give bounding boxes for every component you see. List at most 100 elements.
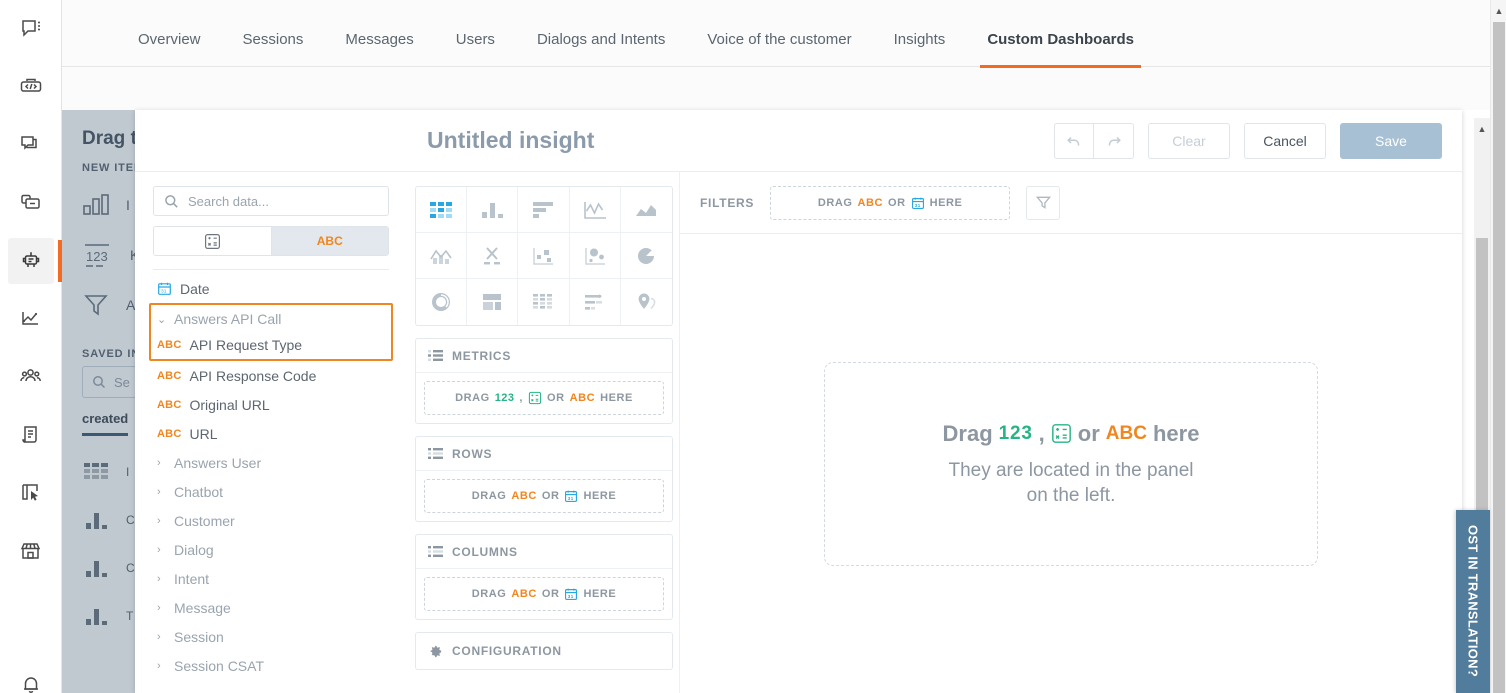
page-scroll-up-arrow[interactable]: ▲ (1491, 0, 1506, 22)
dropzone-headline: Drag 123 , or ABC here (943, 421, 1200, 447)
pie-chart-type[interactable] (621, 233, 672, 279)
tab-voice-of-customer[interactable]: Voice of the customer (686, 0, 872, 67)
canvas-area: Drag 123 , or ABC here They are located … (680, 234, 1462, 693)
dropzone-here-label: here (1153, 421, 1199, 447)
columns-shelf-title: COLUMNS (452, 545, 518, 559)
chats-icon[interactable] (8, 122, 54, 168)
pivot-chart-type[interactable] (518, 279, 569, 325)
chevron-right-icon: › (157, 457, 166, 469)
combo-chart-type[interactable] (416, 233, 467, 279)
metrics-dropzone[interactable]: DRAG 123 , OR ABC HERE (424, 381, 664, 415)
data-group-answers-api-call[interactable]: ⌄ Answers API Call (153, 306, 391, 332)
dropzone-comma: , (1039, 421, 1045, 447)
clear-button[interactable]: Clear (1148, 123, 1230, 159)
tab-insights[interactable]: Insights (873, 0, 967, 67)
modal-body: Search data... ABC 31 Date (135, 172, 1462, 693)
search-data-input[interactable]: Search data... (153, 186, 389, 216)
data-field-api-request-type-label: API Request Type (190, 337, 303, 353)
page-scrollbar[interactable]: ▲ (1490, 0, 1506, 693)
toggle-attributes[interactable]: ABC (271, 227, 389, 255)
cancel-button[interactable]: Cancel (1244, 123, 1326, 159)
inbox-icon[interactable] (8, 180, 54, 226)
data-panel-divider (153, 269, 389, 270)
scatter-x-chart-type[interactable] (467, 233, 518, 279)
data-group-intent[interactable]: › Intent (153, 564, 389, 593)
bar-chart-icon (530, 199, 556, 221)
data-group-intent-label: Intent (174, 571, 209, 587)
conversations-menu-icon[interactable] (8, 6, 54, 52)
save-button[interactable]: Save (1340, 123, 1442, 159)
rows-dropzone[interactable]: DRAG ABC OR 31 HERE (424, 479, 664, 513)
rows-drop-suffix: HERE (583, 490, 616, 502)
bullet-chart-type[interactable] (570, 279, 621, 325)
data-field-api-response-code[interactable]: ABC API Response Code (153, 361, 389, 390)
tab-custom-dashboards[interactable]: Custom Dashboards (966, 0, 1155, 67)
tiles-chart-type[interactable] (467, 279, 518, 325)
donut-chart-type[interactable] (416, 279, 467, 325)
data-group-session[interactable]: › Session (153, 622, 389, 651)
filters-drop-or: OR (888, 197, 906, 209)
filters-dropzone[interactable]: DRAG ABC OR 31 HERE (770, 186, 1010, 220)
data-field-url[interactable]: ABC URL (153, 419, 389, 448)
data-group-chatbot[interactable]: › Chatbot (153, 477, 389, 506)
rows-shelf: ROWS DRAG ABC OR 31 HERE (415, 436, 673, 522)
chevron-right-icon: › (157, 660, 166, 672)
toggle-metrics[interactable] (154, 227, 271, 255)
calendar-icon: 31 (911, 196, 925, 210)
tiles-icon (479, 291, 505, 313)
svg-text:31: 31 (914, 202, 920, 207)
feedback-side-tab[interactable]: OST IN TRANSLATION? (1456, 510, 1490, 693)
data-field-api-request-type[interactable]: ABC API Request Type (153, 332, 391, 358)
metrics-drop-prefix: DRAG (455, 392, 490, 404)
configuration-shelf[interactable]: CONFIGURATION (415, 632, 673, 670)
treemap-chart-type[interactable] (518, 233, 569, 279)
notifications-icon[interactable] (8, 662, 54, 693)
bar-chart-type[interactable] (518, 187, 569, 233)
bubble-chart-type[interactable] (570, 233, 621, 279)
column-chart-type[interactable] (467, 187, 518, 233)
bot-icon[interactable] (8, 238, 54, 284)
gear-icon (428, 644, 443, 659)
tab-overview[interactable]: Overview (117, 0, 222, 67)
insight-editor-modal: Untitled insight Clear Cancel Save Searc… (135, 110, 1462, 693)
filter-settings-button[interactable] (1026, 186, 1060, 220)
audience-icon[interactable] (8, 354, 54, 400)
redo-button[interactable] (1094, 123, 1134, 159)
page-title[interactable]: Untitled insight (427, 127, 1054, 154)
dropzone-subtext-line1: They are located in the panel (948, 460, 1193, 482)
columns-shelf: COLUMNS DRAG ABC OR 31 HERE (415, 534, 673, 620)
metrics-shelf-title: METRICS (452, 349, 511, 363)
data-group-dialog[interactable]: › Dialog (153, 535, 389, 564)
tab-sessions[interactable]: Sessions (222, 0, 325, 67)
data-field-original-url[interactable]: ABC Original URL (153, 390, 389, 419)
data-group-message-label: Message (174, 600, 231, 616)
widget-icon[interactable] (8, 470, 54, 516)
knowledge-icon[interactable] (8, 412, 54, 458)
table-chart-type[interactable] (416, 187, 467, 233)
modal-scroll-up-arrow[interactable]: ▲ (1474, 118, 1490, 140)
analytics-icon[interactable] (8, 296, 54, 342)
abc-token: ABC (570, 392, 595, 404)
data-field-date[interactable]: 31 Date (153, 274, 389, 303)
page-scroll-thumb[interactable] (1493, 22, 1505, 693)
data-group-answers-user[interactable]: › Answers User (153, 448, 389, 477)
abc-tag-icon: ABC (157, 399, 182, 411)
columns-dropzone[interactable]: DRAG ABC OR 31 HERE (424, 577, 664, 611)
chevron-right-icon: › (157, 486, 166, 498)
undo-button[interactable] (1054, 123, 1094, 159)
developer-icon[interactable] (8, 64, 54, 110)
tab-dialogs-intents[interactable]: Dialogs and Intents (516, 0, 686, 67)
data-group-answers-api-call-label: Answers API Call (174, 311, 281, 327)
area-chart-type[interactable] (621, 187, 672, 233)
data-group-session-csat[interactable]: › Session CSAT (153, 651, 389, 680)
chevron-right-icon: › (157, 631, 166, 643)
storefront-icon[interactable] (8, 528, 54, 574)
line-chart-type[interactable] (570, 187, 621, 233)
data-group-customer[interactable]: › Customer (153, 506, 389, 535)
tab-users[interactable]: Users (435, 0, 516, 67)
tab-messages[interactable]: Messages (324, 0, 434, 67)
data-group-message[interactable]: › Message (153, 593, 389, 622)
main-dropzone[interactable]: Drag 123 , or ABC here They are located … (824, 362, 1318, 566)
data-group-dialog-label: Dialog (174, 542, 214, 558)
map-chart-type[interactable] (621, 279, 672, 325)
